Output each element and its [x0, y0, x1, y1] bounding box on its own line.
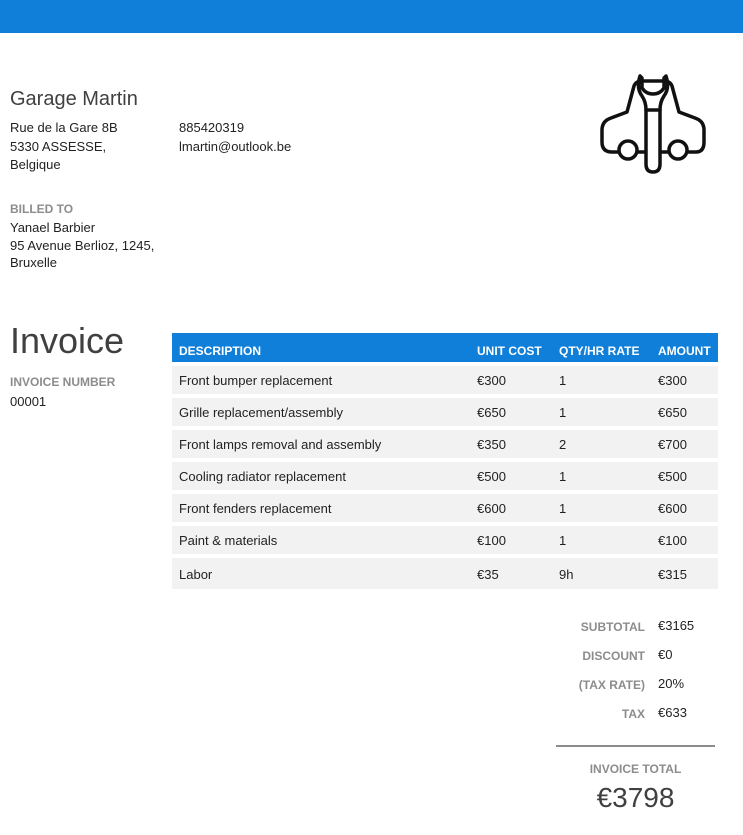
cell-amount: €650 — [658, 405, 687, 420]
cell-qty: 1 — [559, 469, 567, 484]
cell-description: Front lamps removal and assembly — [179, 437, 382, 452]
company-email: lmartin@outlook.be — [179, 138, 292, 154]
cell-unit-cost: €500 — [477, 469, 506, 484]
cell-unit-cost: €100 — [477, 533, 506, 548]
company-address: Rue de la Gare 8B 5330 ASSESSE, Belgique — [10, 119, 118, 175]
table-row: Paint & materials €100 1 €100 — [172, 526, 718, 554]
subtotal-label: SUBTOTAL — [580, 620, 645, 634]
cell-amount: €600 — [658, 501, 687, 516]
cell-amount: €315 — [658, 567, 687, 582]
discount-value: €0 — [658, 647, 673, 662]
company-name: Garage Martin — [10, 88, 138, 110]
cell-amount: €500 — [658, 469, 687, 484]
tax-rate-value: 20% — [658, 676, 685, 691]
client-address-line: 95 Avenue Berlioz, 1245, — [10, 237, 155, 253]
tax-rate-row: (TAX RATE) 20% — [556, 670, 718, 699]
cell-amount: €700 — [658, 437, 687, 452]
cell-description: Paint & materials — [179, 533, 278, 548]
cell-unit-cost: €35 — [477, 567, 499, 582]
table-row: Labor €35 9h €315 — [172, 558, 718, 589]
cell-qty: 2 — [559, 437, 567, 452]
header-qty-rate: QTY/HR RATE — [559, 344, 640, 358]
table-row: Grille replacement/assembly €650 1 €650 — [172, 398, 718, 426]
table-row: Front fenders replacement €600 1 €600 — [172, 494, 718, 522]
table-row: Front bumper replacement €300 1 €300 — [172, 366, 718, 394]
discount-row: DISCOUNT €0 — [556, 641, 718, 670]
subtotal-row: SUBTOTAL €3165 — [556, 612, 718, 641]
company-address-line: Belgique — [10, 157, 61, 172]
cell-unit-cost: €600 — [477, 501, 506, 516]
invoice-total-label: INVOICE TOTAL — [589, 762, 682, 776]
tax-value: €633 — [658, 705, 687, 720]
top-accent-bar — [0, 0, 743, 33]
invoice-number-label: INVOICE NUMBER — [10, 375, 116, 389]
table-row: Cooling radiator replacement €500 1 €500 — [172, 462, 718, 490]
total-divider — [556, 745, 715, 747]
invoice-total-value: €3798 — [596, 782, 675, 813]
cell-amount: €100 — [658, 533, 687, 548]
cell-description: Front bumper replacement — [179, 373, 333, 388]
header-unit-cost: UNIT COST — [477, 344, 542, 358]
discount-label: DISCOUNT — [582, 649, 645, 663]
cell-qty: 1 — [559, 501, 567, 516]
cell-qty: 1 — [559, 373, 567, 388]
company-address-line: 5330 ASSESSE, — [10, 138, 107, 154]
invoice-title: Invoice — [10, 320, 125, 361]
billed-to-label: BILLED TO — [10, 202, 74, 216]
header-amount: AMOUNT — [658, 344, 711, 358]
invoice-number: 00001 — [10, 394, 47, 409]
totals-block: SUBTOTAL €3165 DISCOUNT €0 (TAX RATE) 20… — [556, 612, 718, 728]
tax-rate-label: (TAX RATE) — [578, 678, 645, 692]
cell-qty: 1 — [559, 533, 567, 548]
tax-label: TAX — [621, 707, 645, 721]
client-address-line: Bruxelle — [10, 255, 57, 270]
line-items-table: DESCRIPTION UNIT COST QTY/HR RATE AMOUNT… — [172, 333, 718, 589]
cell-qty: 1 — [559, 405, 567, 420]
cell-amount: €300 — [658, 373, 687, 388]
cell-unit-cost: €650 — [477, 405, 506, 420]
client-name: Yanael Barbier — [10, 220, 96, 235]
company-address-line: Rue de la Gare 8B — [10, 120, 118, 135]
cell-qty: 9h — [559, 567, 574, 582]
cell-unit-cost: €300 — [477, 373, 506, 388]
cell-unit-cost: €350 — [477, 437, 506, 452]
cell-description: Grille replacement/assembly — [179, 405, 344, 420]
company-contact: 885420319 lmartin@outlook.be — [179, 119, 291, 156]
car-wrench-icon — [600, 74, 706, 174]
tax-row: TAX €633 — [556, 699, 718, 728]
billed-to-block: Yanael Barbier 95 Avenue Berlioz, 1245, … — [10, 219, 154, 272]
subtotal-value: €3165 — [658, 618, 695, 633]
table-header: DESCRIPTION UNIT COST QTY/HR RATE AMOUNT — [172, 333, 718, 362]
company-phone: 885420319 — [179, 120, 245, 135]
table-row: Front lamps removal and assembly €350 2 … — [172, 430, 718, 458]
cell-description: Front fenders replacement — [179, 501, 332, 516]
cell-description: Labor — [179, 567, 213, 582]
header-description: DESCRIPTION — [179, 344, 262, 358]
cell-description: Cooling radiator replacement — [179, 469, 346, 484]
